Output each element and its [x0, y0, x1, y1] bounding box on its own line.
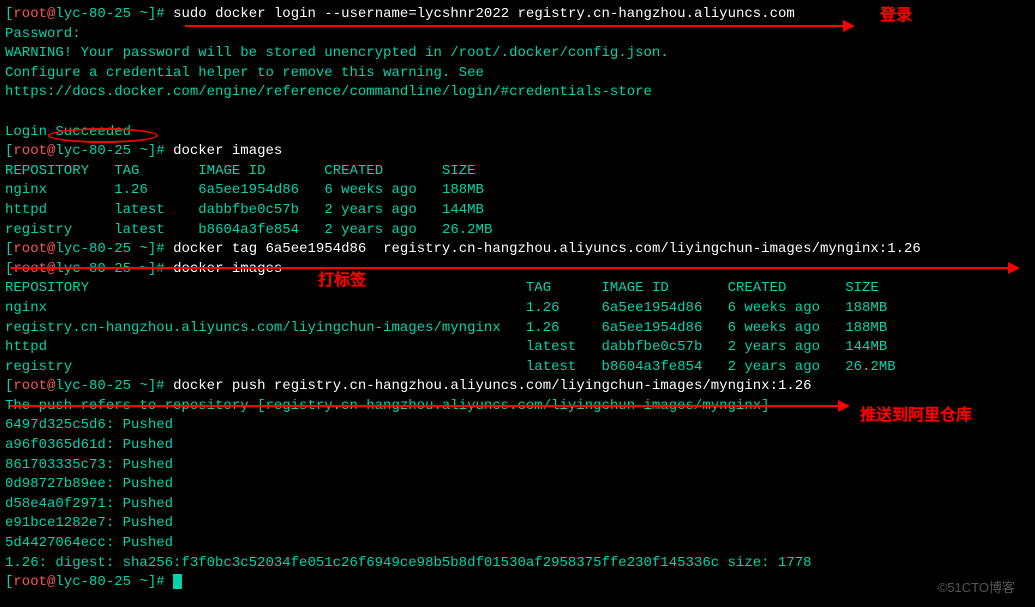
push-layer: e91bce1282e7: Pushed [5, 514, 1030, 534]
table1-row: httpd latest dabbfbe0c57b 2 years ago 14… [5, 201, 1030, 221]
push-layer: 861703335c73: Pushed [5, 456, 1030, 476]
arrow-tag [10, 267, 1010, 269]
table1-row: registry latest b8604a3fe854 2 years ago… [5, 221, 1030, 241]
cmd-tag: docker tag 6a5ee1954d86 registry.cn-hang… [173, 241, 921, 257]
table1-row: nginx 1.26 6a5ee1954d86 6 weeks ago 188M… [5, 181, 1030, 201]
watermark: ©51CTO博客 [938, 579, 1015, 597]
login-succeeded: Login Succeeded [5, 123, 1030, 143]
table2-row: nginx 1.26 6a5ee1954d86 6 weeks ago 188M… [5, 299, 1030, 319]
password-prompt: Password: [5, 25, 1030, 45]
table2-header: REPOSITORY TAG IMAGE ID CREATED SIZE [5, 279, 1030, 299]
table2-row: httpd latest dabbfbe0c57b 2 years ago 14… [5, 338, 1030, 358]
prompt-line-5: [root@lyc-80-25 ~]# docker push registry… [5, 377, 1030, 397]
prompt-line-6: [root@lyc-80-25 ~]# [5, 573, 1030, 593]
annotation-tag: 打标签 [318, 270, 366, 292]
prompt-line-3: [root@lyc-80-25 ~]# docker tag 6a5ee1954… [5, 240, 1030, 260]
push-layer: 5d4427064ecc: Pushed [5, 534, 1030, 554]
push-layer: 0d98727b89ee: Pushed [5, 475, 1030, 495]
cursor-icon [173, 574, 182, 589]
warning-line-2: Configure a credential helper to remove … [5, 64, 1030, 84]
prompt-line-4: [root@lyc-80-25 ~]# docker images [5, 260, 1030, 280]
circle-succeeded [48, 128, 158, 143]
warning-line-3: https://docs.docker.com/engine/reference… [5, 83, 1030, 103]
arrow-push [10, 405, 840, 407]
table2-row: registry.cn-hangzhou.aliyuncs.com/liying… [5, 319, 1030, 339]
prompt-line-1: [root@lyc-80-25 ~]# sudo docker login --… [5, 5, 1030, 25]
cmd-images-1: docker images [173, 143, 282, 159]
cmd-login: sudo docker login --username=lycshnr2022… [173, 6, 795, 22]
annotation-push: 推送到阿里仓库 [860, 405, 972, 427]
push-layer: a96f0365d61d: Pushed [5, 436, 1030, 456]
prompt-line-2: [root@lyc-80-25 ~]# docker images [5, 142, 1030, 162]
table1-header: REPOSITORY TAG IMAGE ID CREATED SIZE [5, 162, 1030, 182]
cmd-push: docker push registry.cn-hangzhou.aliyunc… [173, 378, 812, 394]
push-layer: d58e4a0f2971: Pushed [5, 495, 1030, 515]
push-digest: 1.26: digest: sha256:f3f0bc3c52034fe051c… [5, 554, 1030, 574]
annotation-login: 登录 [880, 5, 912, 27]
warning-line-1: WARNING! Your password will be stored un… [5, 44, 1030, 64]
table2-row: registry latest b8604a3fe854 2 years ago… [5, 358, 1030, 378]
arrow-login [185, 25, 845, 27]
